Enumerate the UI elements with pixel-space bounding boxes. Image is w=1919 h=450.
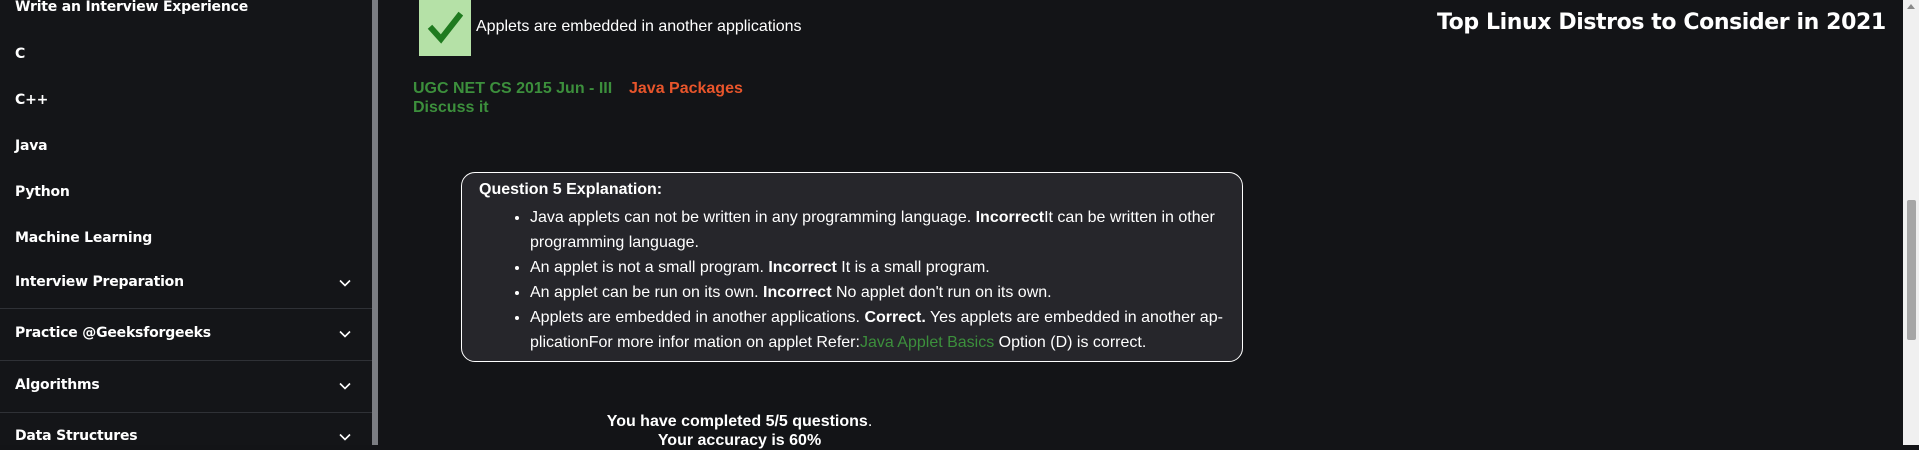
correct-check-icon bbox=[419, 0, 471, 56]
discuss-link[interactable]: Discuss it bbox=[413, 99, 489, 117]
divider bbox=[0, 360, 372, 361]
explanation-text: An applet is not a small program. bbox=[530, 259, 769, 276]
completed-period: . bbox=[867, 413, 873, 430]
scroll-up-icon[interactable] bbox=[1907, 4, 1915, 9]
completed-value: 5/5 bbox=[765, 413, 788, 430]
verdict-label: Incorrect bbox=[763, 284, 832, 301]
list-item: An applet is not a small program. Incorr… bbox=[530, 255, 1234, 280]
sidebar-item-python[interactable]: Python bbox=[15, 184, 70, 200]
verdict-label: Incorrect bbox=[975, 209, 1045, 226]
chevron-down-icon[interactable] bbox=[338, 379, 352, 393]
list-item: An applet can be run on its own. Incorre… bbox=[530, 280, 1234, 305]
page-scrollbar-thumb[interactable] bbox=[1907, 200, 1916, 340]
accuracy-label: Your accuracy is bbox=[657, 432, 790, 449]
explanation-title: Question 5 Explanation: bbox=[479, 181, 663, 198]
completed-label: You have completed bbox=[606, 413, 766, 430]
divider bbox=[0, 308, 372, 309]
chevron-down-icon[interactable] bbox=[338, 276, 352, 290]
sidebar: Write an Interview Experience C C++ Java… bbox=[0, 0, 372, 445]
page-scrollbar[interactable] bbox=[1903, 0, 1919, 445]
completion-summary: You have completed 5/5 questions. bbox=[0, 413, 1699, 431]
trending-article-link[interactable]: Top Linux Distros to Consider in 2021 bbox=[1437, 10, 1886, 35]
explanation-text: It is a small program. bbox=[836, 259, 990, 276]
sidebar-scrollbar-thumb[interactable] bbox=[372, 0, 378, 445]
explanation-text: An applet can be run on its own. bbox=[530, 284, 764, 301]
accuracy-value: 60% bbox=[789, 432, 822, 449]
explanation-list: Java applets can not be written in any p… bbox=[470, 205, 1234, 355]
sidebar-section-algorithms[interactable]: Algorithms bbox=[15, 377, 100, 393]
chevron-down-icon[interactable] bbox=[338, 327, 352, 341]
sidebar-item-java[interactable]: Java bbox=[15, 138, 48, 154]
exam-tag-link[interactable]: UGC NET CS 2015 Jun - III bbox=[413, 80, 612, 98]
sidebar-item-cpp[interactable]: C++ bbox=[15, 92, 48, 108]
sidebar-item-machine-learning[interactable]: Machine Learning bbox=[15, 230, 152, 246]
explanation-text: Option (D) is correct. bbox=[994, 334, 1147, 351]
explanation-box: Question 5 Explanation: Java applets can… bbox=[461, 172, 1243, 362]
explanation-text: Applets are embedded in another applicat… bbox=[530, 309, 865, 326]
answer-option-text: Applets are embedded in another applicat… bbox=[476, 18, 802, 35]
list-item: Java applets can not be written in any p… bbox=[530, 205, 1234, 255]
explanation-text: No applet don't run on its own. bbox=[831, 284, 1052, 301]
topic-tag-link[interactable]: Java Packages bbox=[629, 80, 743, 98]
sidebar-section-interview-preparation[interactable]: Interview Preparation bbox=[15, 274, 184, 290]
accuracy-summary: Your accuracy is 60% bbox=[0, 432, 1699, 450]
sidebar-scrollbar[interactable] bbox=[372, 0, 378, 445]
sidebar-item-write-interview-experience[interactable]: Write an Interview Experience bbox=[15, 0, 248, 15]
sidebar-section-practice[interactable]: Practice @Geeksforgeeks bbox=[15, 325, 211, 341]
completed-label: questions bbox=[787, 413, 868, 430]
explanation-text: Java applets can not be written in any p… bbox=[530, 209, 976, 226]
sidebar-item-c[interactable]: C bbox=[15, 46, 25, 62]
verdict-label: Correct. bbox=[864, 309, 926, 326]
java-applet-basics-link[interactable]: Java Applet Basics bbox=[860, 334, 994, 351]
verdict-label: Incorrect bbox=[768, 259, 837, 276]
list-item: Applets are embedded in another applicat… bbox=[530, 305, 1234, 355]
